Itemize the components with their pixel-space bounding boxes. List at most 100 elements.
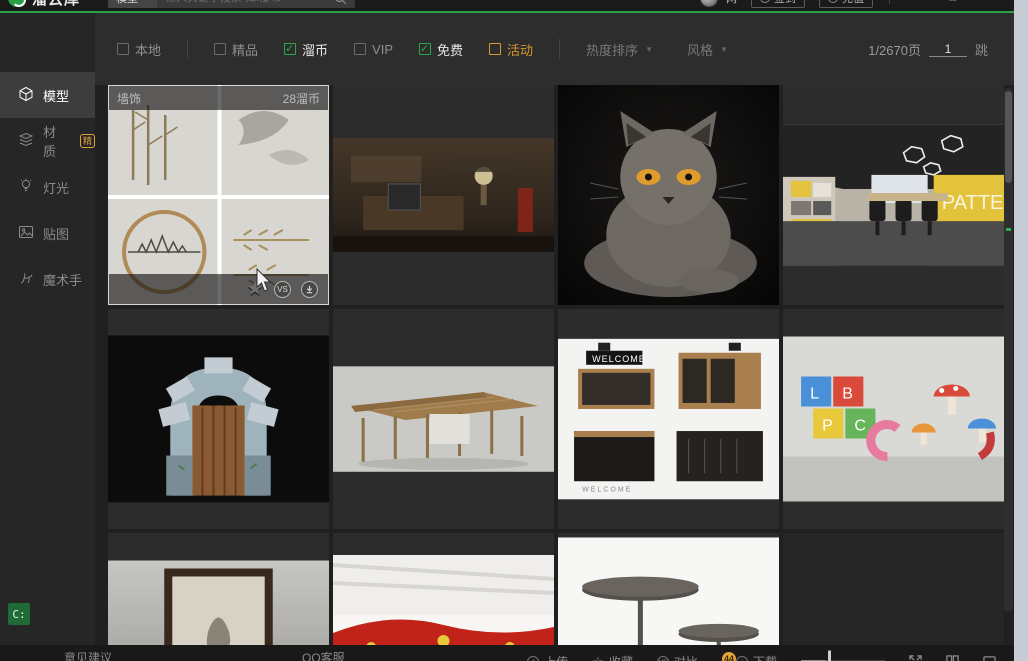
- filter-checkbox-free[interactable]: 免费: [419, 40, 463, 59]
- sidebar: 模型材质精灯光贴图魔术手 C:: [0, 13, 95, 645]
- filter-checkbox-local[interactable]: 本地: [117, 40, 161, 59]
- chevron-down-icon: ▼: [720, 45, 728, 54]
- search-input[interactable]: [157, 0, 327, 8]
- recharge-button[interactable]: 充值: [819, 0, 873, 8]
- thumbnail-wooden-cabinet: [108, 561, 329, 646]
- model-card-stone-archway[interactable]: [108, 309, 329, 529]
- app-logo: 溜云库: [8, 0, 80, 9]
- download-icon: ↓: [736, 656, 748, 661]
- coin-icon: [828, 0, 838, 3]
- layers-icon: [18, 132, 34, 151]
- filter-checkbox-vip[interactable]: VIP: [354, 42, 393, 57]
- thumbnail-reception-desks: WELCOMEWELCOME: [558, 339, 779, 500]
- statusbar-upload-button[interactable]: ↑上传: [527, 653, 568, 661]
- maximize-button[interactable]: □: [940, 0, 966, 4]
- thumbnail-wooden-pergola: [333, 366, 554, 472]
- filter-label: 本地: [135, 40, 161, 59]
- content-area: 本地精品溜币VIP免费活动热度排序▼风格▼1/2670页跳 墙饰28溜币★VSP…: [95, 13, 1014, 645]
- divider: [889, 0, 890, 4]
- download-icon[interactable]: [301, 281, 318, 298]
- model-card-reception-desks[interactable]: WELCOMEWELCOME: [558, 309, 779, 529]
- scrollbar-thumb[interactable]: [1005, 91, 1012, 183]
- disk-c-badge[interactable]: C:: [8, 603, 30, 625]
- screen-icon[interactable]: [983, 655, 996, 661]
- accent-divider: [0, 11, 1014, 13]
- model-card-wooden-cabinet[interactable]: [108, 533, 329, 645]
- bulb-icon: [18, 178, 34, 197]
- scrollbar[interactable]: [1004, 88, 1013, 612]
- picture-icon: [18, 224, 34, 243]
- thumbnail-industrial-loft-room: [333, 138, 554, 252]
- search-icon[interactable]: [327, 0, 355, 8]
- sidebar-item-model[interactable]: 模型: [0, 72, 95, 118]
- compare-vs-icon[interactable]: VS: [274, 281, 291, 298]
- close-button[interactable]: ×: [974, 0, 1000, 4]
- checkbox-icon: [489, 43, 501, 55]
- model-card-yellow-office-interior[interactable]: PATTERN: [783, 85, 1004, 305]
- user-avatar[interactable]: [700, 0, 718, 7]
- checkbox-icon: [284, 43, 296, 55]
- checkbox-icon: [117, 43, 129, 55]
- chevron-down-icon: ▼: [142, 0, 149, 2]
- sidebar-item-magic-hand[interactable]: 魔术手: [0, 256, 95, 302]
- model-card-wooden-pergola[interactable]: [333, 309, 554, 529]
- sort-dropdown-popularity[interactable]: 热度排序▼: [586, 40, 653, 59]
- premium-badge: 精: [80, 134, 95, 148]
- model-card-wall-decor-collage[interactable]: 墙饰28溜币 ★ VS: [108, 85, 329, 305]
- expand-icon[interactable]: [909, 655, 922, 661]
- columns-layout-icon[interactable]: [946, 655, 959, 661]
- checkbox-icon: [419, 43, 431, 55]
- slider-thumb[interactable]: [828, 651, 831, 661]
- filter-checkbox-event[interactable]: 活动: [489, 40, 533, 59]
- sidebar-item-label: 材质: [43, 122, 69, 160]
- model-grid: 墙饰28溜币 ★ VS PATTERN WELCOMEWELCOMELBPC: [95, 85, 1014, 645]
- minimize-button[interactable]: —: [906, 0, 932, 4]
- filter-label: 精品: [232, 40, 258, 59]
- sort-dropdown-style[interactable]: 风格▼: [687, 40, 728, 59]
- feedback-link[interactable]: 意见建议: [64, 649, 112, 661]
- check-in-icon: [760, 0, 770, 3]
- statusbar-compare-button[interactable]: vs对比: [657, 653, 698, 661]
- sidebar-item-light[interactable]: 灯光: [0, 164, 95, 210]
- model-card-red-culture-wall[interactable]: [333, 533, 554, 645]
- thumbnail-red-culture-wall: [333, 555, 554, 645]
- search-category-dropdown[interactable]: 模型▼: [108, 0, 157, 8]
- svg-text:PATTERN: PATTERN: [942, 192, 1004, 214]
- sidebar-item-texture[interactable]: 贴图: [0, 210, 95, 256]
- download-count-badge: 44: [722, 652, 736, 661]
- page-jump-input[interactable]: [929, 42, 967, 57]
- app-title: 溜云库: [32, 0, 80, 9]
- model-card-industrial-loft-room[interactable]: [333, 85, 554, 305]
- status-bar: 意见建议 QQ客服 ↑上传 ☆收藏 vs对比 44↓下载: [0, 645, 1014, 661]
- thumbnail-round-side-tables: [558, 537, 779, 645]
- magic-hand-icon: [18, 270, 34, 289]
- sidebar-item-label: 贴图: [43, 224, 69, 243]
- filter-label: 活动: [507, 40, 533, 59]
- model-card-empty-loading[interactable]: [783, 533, 1004, 645]
- filter-label: 溜币: [302, 40, 328, 59]
- qq-service-link[interactable]: QQ客服: [302, 649, 345, 661]
- page-jump-button[interactable]: 跳: [975, 40, 988, 59]
- model-card-round-side-tables[interactable]: [558, 533, 779, 645]
- divider: [187, 39, 188, 59]
- thumbnail-yellow-office-interior: PATTERN: [783, 125, 1004, 266]
- check-in-button[interactable]: 签到: [751, 0, 805, 8]
- filter-label: 免费: [437, 40, 463, 59]
- filter-checkbox-premium[interactable]: 精品: [214, 40, 258, 59]
- filter-checkbox-liucoin[interactable]: 溜币: [284, 40, 328, 59]
- titlebar: 溜云库 模型▼ 网 签到 充值: [0, 0, 1014, 11]
- upload-icon: ↑: [527, 656, 539, 661]
- model-card-gray-cat[interactable]: [558, 85, 779, 305]
- sidebar-item-label: 魔术手: [43, 270, 82, 289]
- sidebar-item-material[interactable]: 材质精: [0, 118, 95, 164]
- favorite-star-icon[interactable]: ★: [246, 279, 264, 299]
- scrollbar-marker: [1006, 228, 1011, 231]
- statusbar-collect-button[interactable]: ☆收藏: [592, 653, 633, 661]
- thumbnail-toy-blocks-and-mushrooms: LBPC: [783, 337, 1004, 502]
- thumbnail-gray-cat: [558, 85, 779, 305]
- card-info-overlay: 墙饰28溜币: [109, 86, 328, 110]
- card-category: 墙饰: [117, 90, 141, 107]
- model-card-toy-blocks-and-mushrooms[interactable]: LBPC: [783, 309, 1004, 529]
- statusbar-download-button[interactable]: 44↓下载: [722, 653, 777, 661]
- username: 网: [726, 0, 737, 6]
